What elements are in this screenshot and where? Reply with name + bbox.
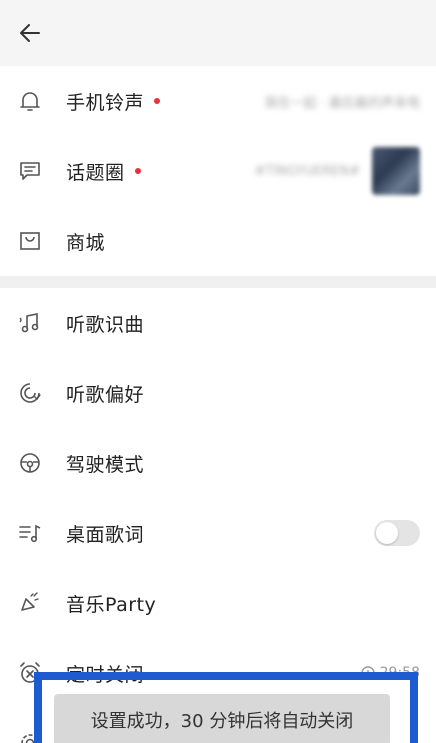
steering-wheel-icon: [16, 449, 44, 477]
music-party-row[interactable]: 音乐Party: [0, 568, 436, 638]
timer-icon: [360, 666, 375, 680]
new-dot: [154, 98, 161, 104]
desktop-lyrics-toggle[interactable]: [374, 520, 420, 546]
desktop-lyrics-label: 桌面歌词: [66, 523, 145, 546]
party-icon: [16, 589, 44, 617]
toggle-knob: [376, 522, 398, 544]
topic-thumbnail: [372, 147, 420, 195]
sleep-timer-remaining: 29:58: [379, 665, 420, 681]
preference-icon: [16, 379, 44, 407]
settings-section-1: 手机铃声 我在一起 · 最后最的声来电 话题圈 #TINGYUEREN# 商城: [0, 66, 436, 276]
shop-icon: [16, 227, 44, 255]
topic-circle-value: #TINGYUEREN#: [254, 163, 360, 179]
sleep-timer-label: 定时关闭: [66, 663, 145, 686]
desktop-lyrics-row: 桌面歌词: [0, 498, 436, 568]
song-recognition-row[interactable]: 听歌识曲: [0, 288, 436, 358]
topic-circle-row[interactable]: 话题圈 #TINGYUEREN#: [0, 136, 436, 206]
topic-circle-label: 话题圈: [66, 161, 125, 184]
song-recognition-label: 听歌识曲: [66, 313, 145, 336]
listening-preference-label: 听歌偏好: [66, 383, 145, 406]
music-note-icon: [16, 309, 44, 337]
top-bar: [0, 0, 436, 66]
sleep-timer-value: 29:58: [360, 665, 420, 681]
section-divider: [0, 276, 436, 288]
back-button[interactable]: [16, 19, 44, 47]
listening-preference-row[interactable]: 听歌偏好: [0, 358, 436, 428]
ringtone-row[interactable]: 手机铃声 我在一起 · 最后最的声来电: [0, 66, 436, 136]
arrow-left-icon: [20, 24, 40, 42]
driving-mode-label: 驾驶模式: [66, 453, 145, 476]
driving-mode-row[interactable]: 驾驶模式: [0, 428, 436, 498]
music-party-label: 音乐Party: [66, 593, 157, 616]
settings-section-2: 听歌识曲 听歌偏好 驾驶模式 桌面歌词 音乐Party 定时关闭 29:58: [0, 288, 436, 743]
ringtone-value: 我在一起 · 最后最的声来电: [264, 95, 420, 111]
bell-icon: [16, 87, 44, 115]
alarm-icon: [16, 659, 44, 687]
shop-row[interactable]: 商城: [0, 206, 436, 276]
lyrics-icon: [16, 519, 44, 547]
new-dot: [134, 168, 141, 174]
chat-icon: [16, 157, 44, 185]
shop-label: 商城: [66, 231, 106, 254]
settings-icon: [16, 729, 44, 743]
toast-message: 设置成功，30 分钟后将自动关闭: [54, 694, 390, 743]
ringtone-label: 手机铃声: [66, 91, 145, 114]
